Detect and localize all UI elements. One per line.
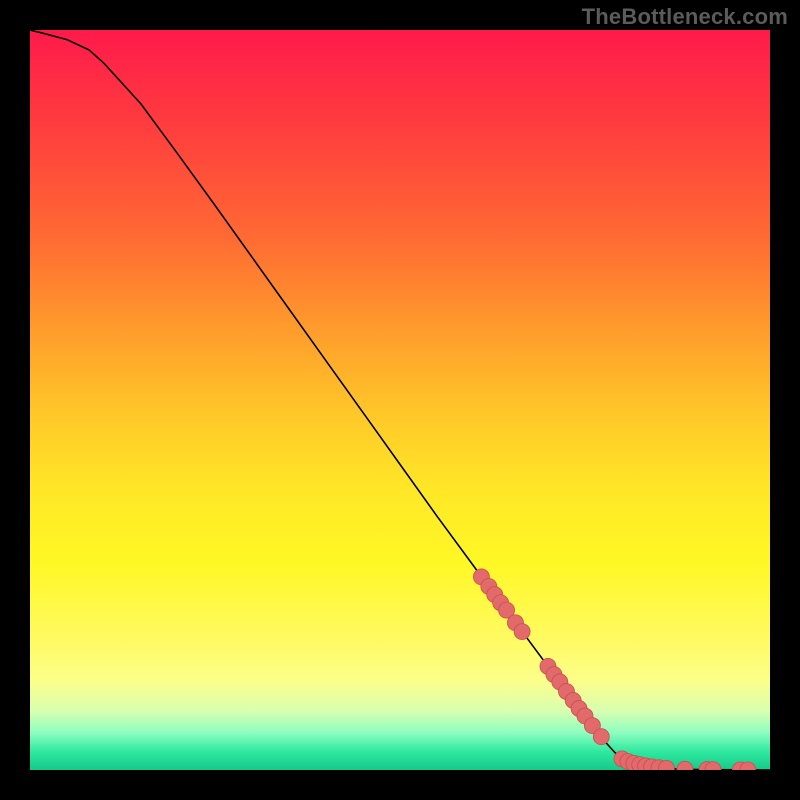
highlight-dot	[514, 624, 530, 640]
highlight-dot	[677, 761, 693, 770]
chart-svg	[30, 30, 770, 770]
highlight-dots	[473, 569, 755, 770]
watermark-text: TheBottleneck.com	[582, 4, 788, 30]
plot-area	[30, 30, 770, 770]
chart-frame: TheBottleneck.com	[0, 0, 800, 800]
highlight-dot	[593, 729, 609, 745]
curve-line	[30, 30, 770, 770]
